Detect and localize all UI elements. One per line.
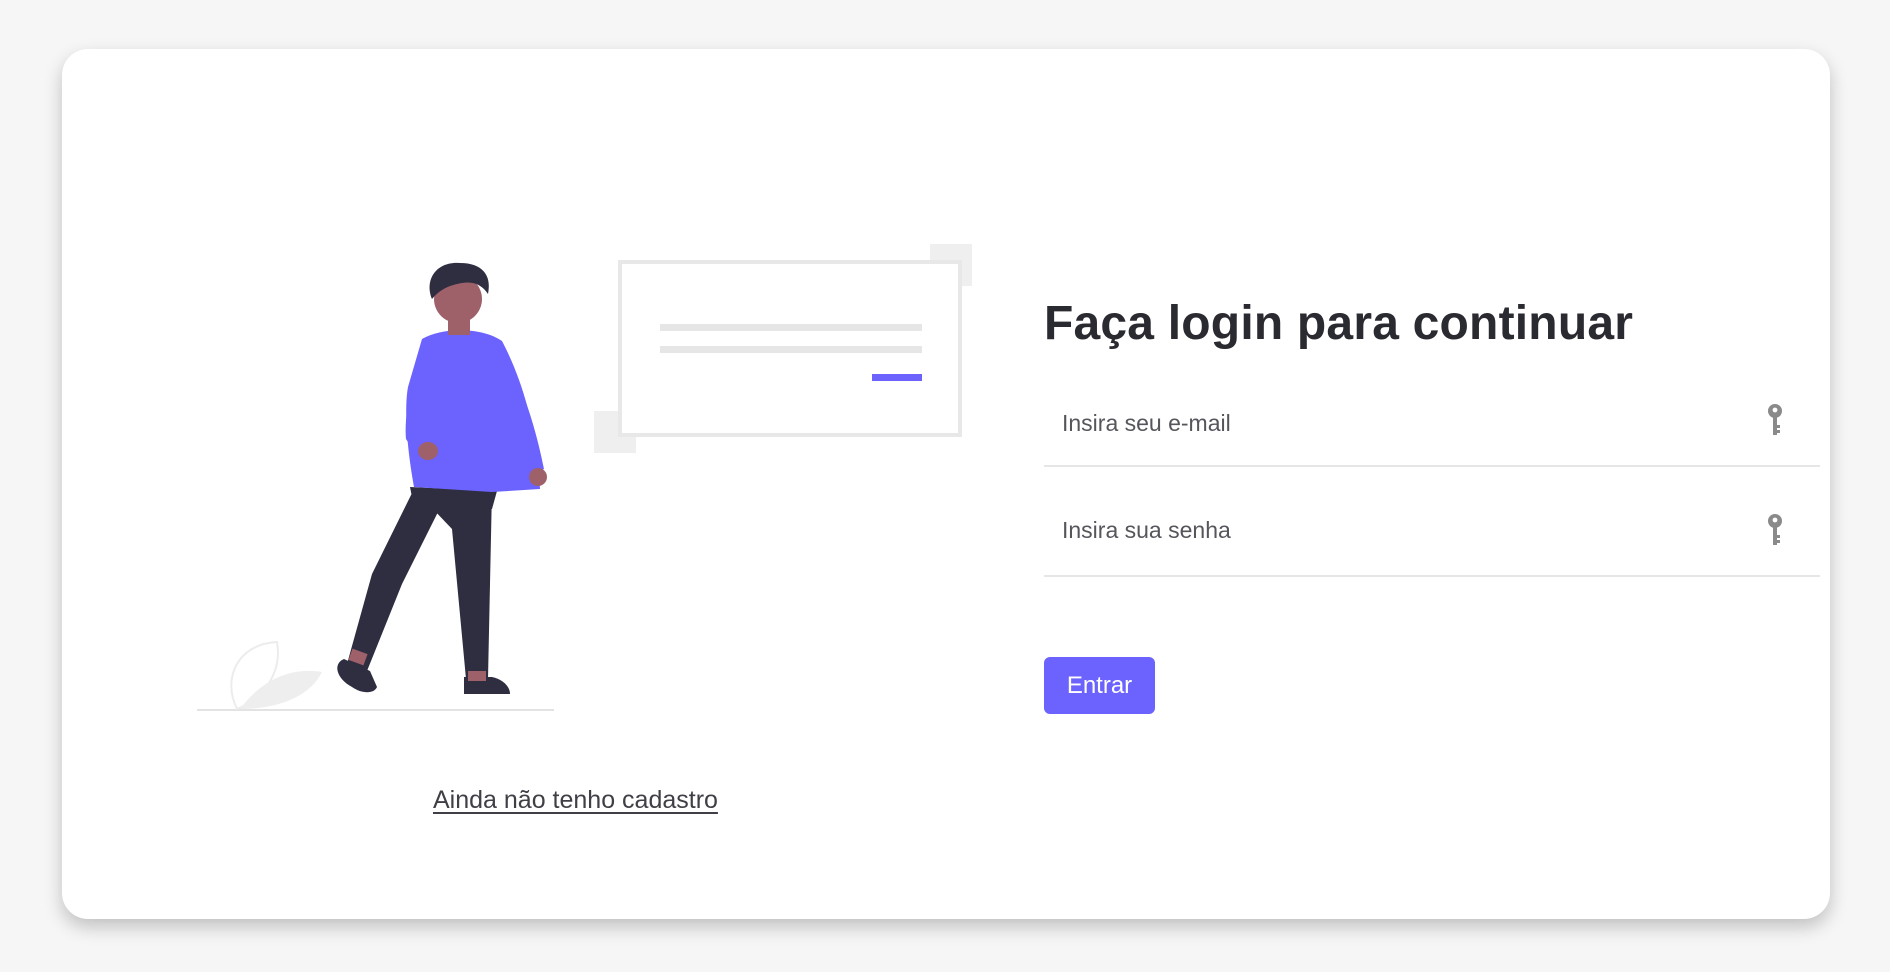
email-field-wrapper xyxy=(1044,381,1820,467)
page-title: Faça login para continuar xyxy=(1044,297,1634,350)
login-button[interactable]: Entrar xyxy=(1044,657,1155,714)
leaf-decoration xyxy=(230,640,322,711)
key-icon xyxy=(1768,514,1782,545)
password-field-wrapper xyxy=(1044,467,1820,577)
card-accent-line xyxy=(872,374,922,381)
person-with-card-illustration xyxy=(197,244,972,711)
signup-link[interactable]: Ainda não tenho cadastro xyxy=(433,786,718,815)
login-form: Faça login para continuar Entrar xyxy=(1044,289,1820,714)
card-line xyxy=(660,346,922,353)
card-line xyxy=(660,324,922,331)
email-field[interactable] xyxy=(1044,381,1744,465)
person-figure xyxy=(337,262,547,694)
key-icon xyxy=(1768,404,1782,435)
password-field[interactable] xyxy=(1044,467,1744,575)
login-card: Ainda não tenho cadastro Faça login para… xyxy=(62,49,1830,919)
